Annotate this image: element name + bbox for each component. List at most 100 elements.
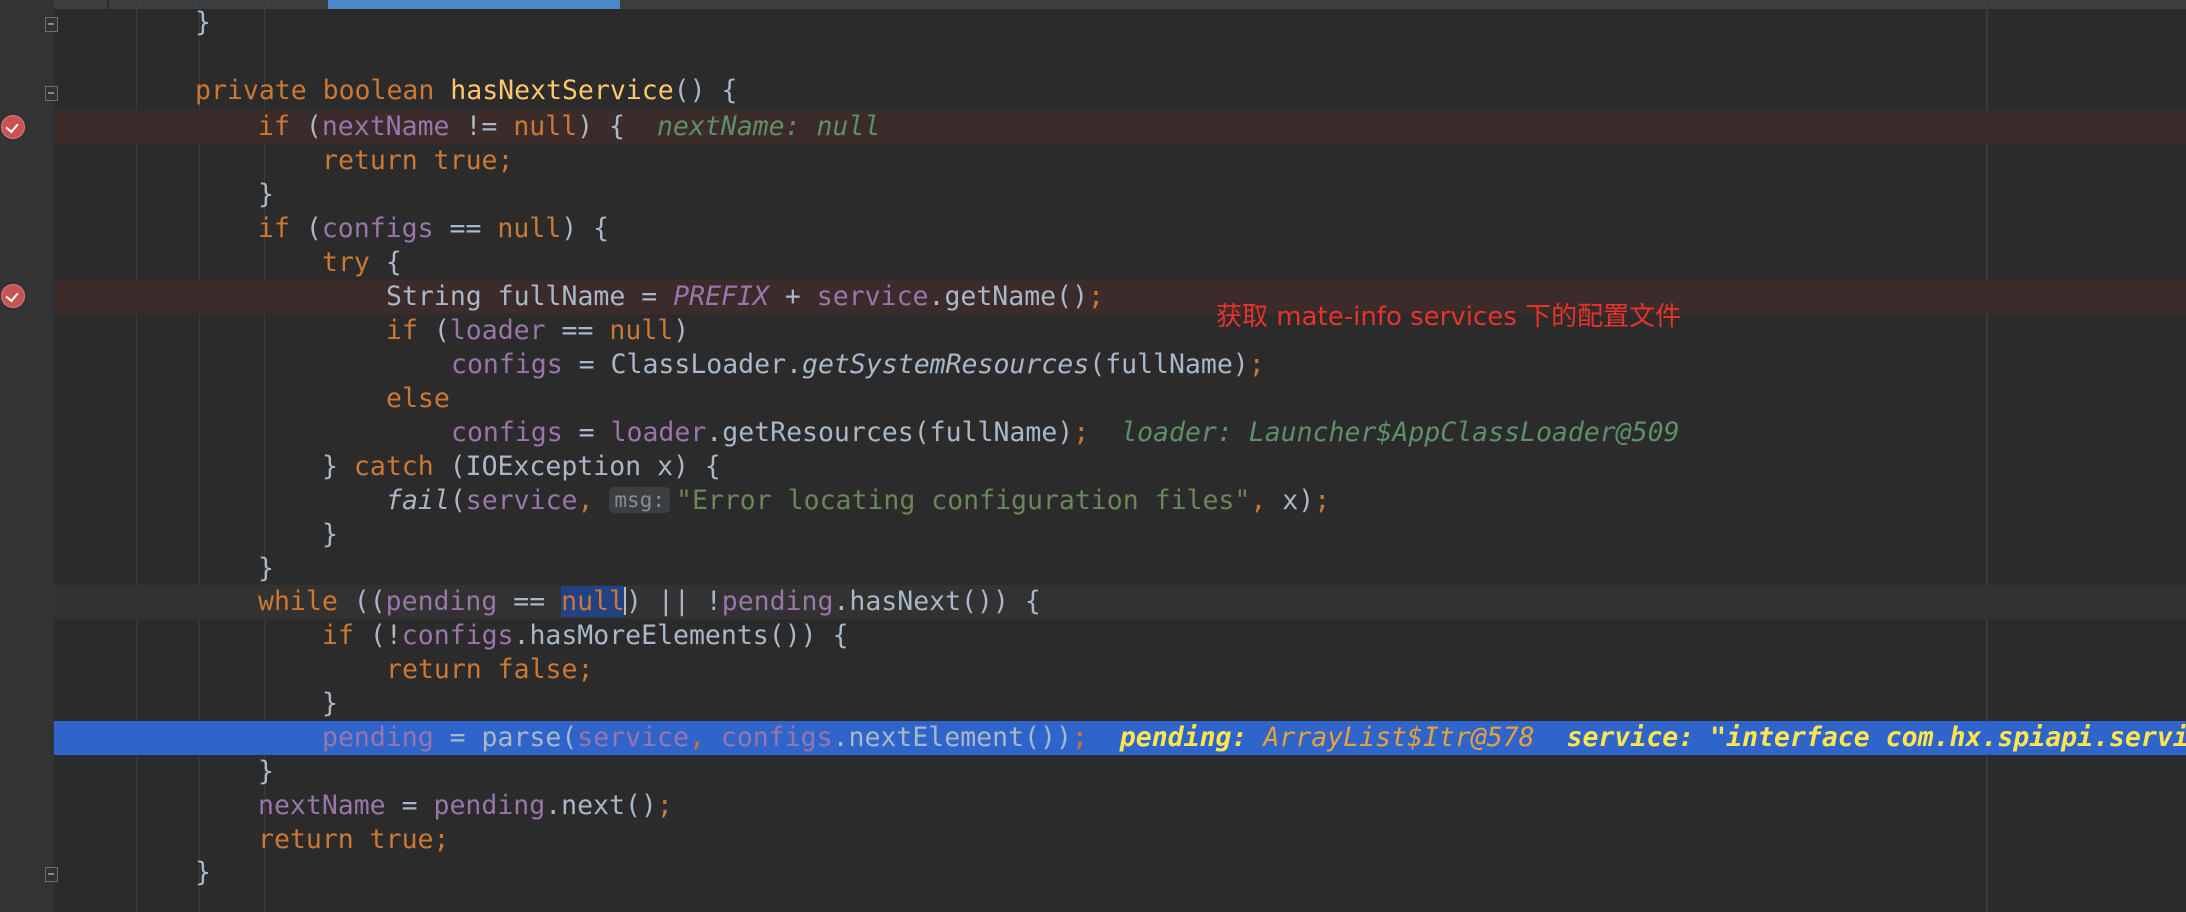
keyword: while — [258, 586, 338, 617]
code-text: = ClassLoader. — [562, 349, 803, 380]
code-line[interactable]: return true; — [258, 823, 449, 857]
editor-tab-strip[interactable] — [0, 0, 2186, 9]
field: pending — [721, 586, 834, 617]
code-line[interactable]: private boolean hasNextService() { — [195, 74, 737, 108]
code-text: { — [369, 247, 402, 278]
keyword: return true — [258, 824, 434, 855]
code-line[interactable]: } catch (IOException x) { — [322, 450, 721, 484]
code-line[interactable]: return true; — [322, 144, 513, 178]
semicolon: ; — [1314, 485, 1331, 516]
semicolon: ; — [1073, 417, 1090, 448]
keyword: if — [258, 213, 290, 244]
keyword: if — [322, 620, 354, 651]
debug-inline-value: "interface com.hx.spiapi.servi — [1710, 722, 2186, 753]
code-line[interactable]: if (loader == null) — [386, 314, 689, 348]
brace: } — [322, 519, 338, 550]
semicolon: ; — [577, 654, 594, 685]
code-text: } — [322, 451, 354, 482]
keyword: if — [258, 111, 290, 142]
code-line[interactable]: } — [322, 518, 338, 552]
code-line[interactable]: } — [195, 856, 211, 890]
code-line[interactable]: } — [195, 6, 211, 40]
brace: } — [195, 857, 211, 888]
code-line[interactable]: if (nextName != null) { nextName: null — [258, 110, 880, 144]
code-text: + — [768, 281, 817, 312]
keyword: private boolean — [195, 75, 451, 106]
code-line[interactable]: configs = ClassLoader.getSystemResources… — [451, 348, 1265, 382]
code-text: .nextElement()) — [832, 722, 1072, 753]
brace: } — [258, 553, 274, 584]
code-line[interactable]: try { — [322, 246, 402, 280]
breakpoint-line-highlight — [54, 280, 2186, 314]
code-text: () { — [673, 75, 738, 106]
field: configs — [321, 213, 434, 244]
keyword: return true — [322, 145, 498, 176]
code-editor[interactable]: } private boolean hasNextService() { if … — [0, 0, 2186, 912]
keyword: null — [497, 213, 562, 244]
field: loader — [610, 417, 707, 448]
parameter-name-hint: msg: — [609, 487, 670, 513]
debug-inline-value-name: service: — [1566, 722, 1695, 753]
comma: , — [1250, 485, 1283, 516]
keyword: try — [322, 247, 370, 278]
code-text: == — [433, 213, 498, 244]
code-text: .getResources(fullName) — [706, 417, 1074, 448]
breakpoint-icon[interactable] — [1, 115, 25, 139]
code-text: ( — [449, 485, 466, 516]
breakpoint-icon[interactable] — [1, 284, 25, 308]
code-line[interactable]: if (configs == null) { — [258, 212, 609, 246]
code-text: x) — [1282, 485, 1315, 516]
semicolon: ; — [1088, 281, 1104, 312]
code-line[interactable]: return false; — [386, 653, 593, 687]
comma: , — [577, 485, 610, 516]
code-line[interactable]: while ((pending == null) || !pending.has… — [258, 585, 1041, 619]
code-text: ) || ! — [626, 586, 722, 617]
code-text: == — [545, 315, 610, 346]
debug-inline-value: loader: Launcher$AppClassLoader@509 — [1121, 417, 1680, 448]
code-text: (IOException x) { — [433, 451, 721, 482]
code-line[interactable]: else — [386, 382, 450, 416]
code-text: ( — [289, 111, 322, 142]
field: service — [465, 485, 578, 516]
semicolon: ; — [656, 790, 673, 821]
code-text: .hasMoreElements()) { — [513, 620, 849, 651]
brace: } — [258, 756, 274, 787]
field: nextName — [321, 111, 450, 142]
fold-icon[interactable] — [45, 17, 58, 32]
field: pending — [322, 722, 434, 753]
code-line[interactable]: configs = loader.getResources(fullName);… — [451, 416, 1680, 450]
brace: } — [322, 688, 338, 719]
field: nextName — [258, 790, 386, 821]
comma: , — [688, 722, 721, 753]
code-line[interactable]: } — [258, 178, 274, 212]
fold-icon[interactable] — [45, 867, 58, 882]
keyword: catch — [353, 451, 434, 482]
code-text: .hasNext()) { — [833, 586, 1041, 617]
code-line[interactable]: if (!configs.hasMoreElements()) { — [322, 619, 849, 653]
field: loader — [449, 315, 546, 346]
semicolon: ; — [497, 145, 514, 176]
field: service — [816, 281, 929, 312]
semicolon: ; — [1071, 722, 1088, 753]
string-literal: "Error locating configuration files" — [675, 485, 1251, 516]
field: service — [577, 722, 689, 753]
semicolon: ; — [433, 824, 450, 855]
code-line[interactable]: } — [322, 687, 338, 721]
debug-inline-value: nextName: null — [656, 111, 881, 142]
code-line[interactable]: nextName = pending.next(); — [258, 789, 673, 823]
tab-separator — [107, 0, 109, 9]
code-line[interactable]: fail(service, msg: "Error locating config… — [386, 484, 1330, 518]
fold-icon[interactable] — [45, 86, 58, 101]
code-line[interactable]: String fullName = PREFIX + service.getNa… — [386, 280, 1104, 314]
code-text: (( — [337, 586, 386, 617]
code-line[interactable]: } — [258, 755, 274, 789]
execution-point-line[interactable]: pending = parse(service, configs.nextEle… — [322, 721, 2186, 755]
code-line[interactable]: } — [258, 552, 274, 586]
code-text: (fullName) — [1089, 349, 1249, 380]
semicolon: ; — [1248, 349, 1265, 380]
field: configs — [720, 722, 833, 753]
active-tab-indicator[interactable] — [328, 0, 620, 9]
code-text: .getName() — [928, 281, 1089, 312]
selected-text: null — [561, 586, 625, 617]
brace: } — [258, 179, 274, 210]
